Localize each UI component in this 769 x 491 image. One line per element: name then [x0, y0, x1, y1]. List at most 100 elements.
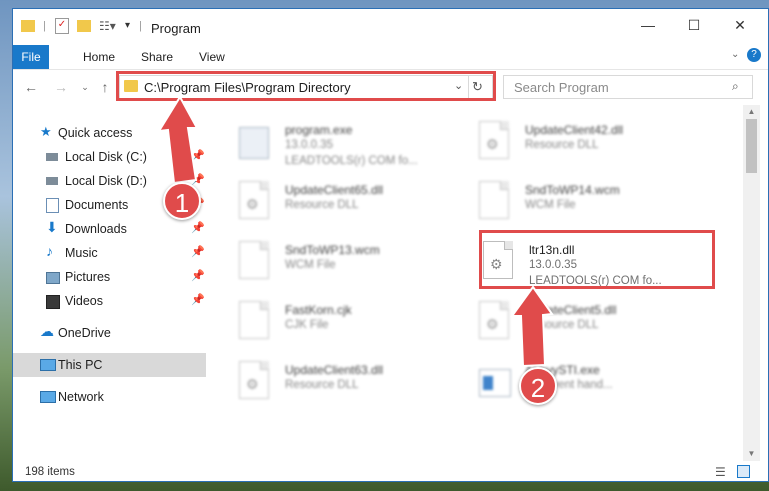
step-1-badge: 1 — [163, 182, 201, 220]
sidebar-item-label: Local Disk (D:) — [65, 174, 147, 188]
sidebar-item-network[interactable]: Network — [13, 385, 206, 409]
file-item[interactable]: program.exe 13.0.0.35 LEADTOOLS(r) COM f… — [239, 117, 469, 173]
file-item[interactable]: ⚙ UpdateClient63.dll Resource DLL — [239, 357, 469, 413]
minimize-button[interactable]: — — [625, 9, 671, 41]
sidebar-item-label: Pictures — [65, 270, 111, 284]
sidebar-item-this-pc[interactable]: This PC — [13, 353, 206, 377]
dll-icon: ⚙ — [239, 361, 275, 403]
network-icon — [40, 391, 56, 403]
dll-icon: ⚙ — [239, 181, 275, 223]
tab-home[interactable]: Home — [71, 45, 127, 69]
file-detail: Resource DLL — [525, 319, 599, 331]
sidebar-item-label: Network — [58, 390, 104, 404]
file-item[interactable]: SndToWP14.wcm WCM File — [479, 177, 709, 233]
pictures-icon — [46, 272, 60, 284]
file-icon — [239, 241, 275, 283]
file-name: SndToWP14.wcm — [525, 183, 620, 197]
search-input[interactable]: Search Program — [514, 80, 609, 95]
sidebar-item-label: This PC — [58, 358, 103, 372]
properties-icon[interactable]: ✓ — [55, 18, 71, 34]
tab-file[interactable]: File — [13, 45, 49, 69]
computer-icon — [40, 359, 56, 371]
scroll-thumb[interactable] — [746, 119, 757, 173]
file-item[interactable]: ⚙ UpdateClient5.dll Resource DLL — [479, 297, 709, 353]
close-button[interactable]: ✕ — [717, 9, 763, 41]
drive-icon — [46, 177, 58, 185]
window-title: Program — [151, 21, 201, 36]
title-bar: | ✓ ☷▾ ▾ | Program — ☐ ✕ — [13, 9, 768, 45]
drive-icon — [46, 153, 58, 161]
exe-icon — [239, 121, 275, 163]
highlight-address-bar — [116, 71, 496, 101]
file-name: UpdateClient63.dll — [285, 363, 384, 377]
file-name: UpdateClient42.dll — [525, 123, 624, 137]
sidebar-item-onedrive[interactable]: ☁ OneDrive — [13, 321, 206, 345]
folder-icon — [21, 18, 37, 34]
file-item[interactable]: ⚙ UpdateClient65.dll Resource DLL — [239, 177, 469, 233]
up-button[interactable]: ↑ — [95, 77, 115, 97]
recent-locations-button[interactable]: ⌄ — [75, 77, 95, 97]
pin-icon[interactable]: 📌 — [191, 293, 205, 306]
view-options-icon[interactable]: ☷▾ — [99, 18, 116, 34]
status-bar: 198 items ☰ — [13, 463, 768, 483]
documents-icon — [46, 198, 59, 213]
file-name: SndToWP13.wcm — [285, 243, 380, 257]
pin-icon[interactable]: 📌 — [191, 269, 205, 282]
file-name: UpdateClient65.dll — [285, 183, 384, 197]
sidebar-item-pictures[interactable]: Pictures 📌 — [13, 265, 206, 289]
search-icon[interactable]: ⌕ — [732, 79, 739, 94]
sidebar-item-label: Quick access — [58, 126, 133, 140]
file-detail: WCM File — [525, 199, 576, 211]
scroll-down-icon[interactable]: ▼ — [743, 447, 760, 461]
tab-share[interactable]: Share — [129, 45, 185, 69]
help-icon[interactable]: ? — [747, 48, 761, 62]
chevron-down-icon[interactable]: ⌄ — [731, 49, 739, 60]
file-item[interactable]: AbbyySTI.exe STI event hand... — [479, 357, 709, 413]
star-icon: ★ — [40, 124, 52, 139]
search-box[interactable]: Search Program ⌕ — [503, 75, 753, 99]
sidebar-item-downloads[interactable]: ⬇ Downloads 📌 — [13, 217, 206, 241]
sidebar-item-label: Music — [65, 246, 98, 260]
sidebar-item-label: OneDrive — [58, 326, 111, 340]
file-name: program.exe — [285, 123, 353, 137]
sidebar-item-videos[interactable]: Videos 📌 — [13, 289, 206, 313]
highlight-ltr13n-file — [479, 230, 715, 289]
file-detail: Resource DLL — [525, 139, 599, 151]
file-item[interactable]: FastKorn.cjk CJK File — [239, 297, 469, 353]
pin-icon[interactable]: 📌 — [191, 149, 205, 162]
sidebar-item-local-disk-c[interactable]: Local Disk (C:) 📌 — [13, 145, 206, 169]
pin-icon[interactable]: 📌 — [191, 173, 205, 186]
navigation-pane: ★ Quick access Local Disk (C:) 📌 Local D… — [13, 105, 208, 449]
sidebar-item-label: Downloads — [65, 222, 127, 236]
details-view-icon[interactable]: ☰ — [715, 465, 726, 479]
file-icon — [479, 181, 515, 223]
file-detail: Resource DLL — [285, 199, 359, 211]
file-detail: CJK File — [285, 319, 329, 331]
new-folder-icon[interactable] — [77, 18, 93, 34]
ribbon-tabs: File Home Share View ⌄ ? — [13, 45, 768, 70]
pin-icon[interactable]: 📌 — [191, 221, 205, 234]
tab-view[interactable]: View — [187, 45, 237, 69]
cloud-icon: ☁ — [40, 323, 54, 339]
file-detail: WCM File — [285, 259, 336, 271]
sidebar-item-music[interactable]: ♪ Music 📌 — [13, 241, 206, 265]
forward-button[interactable]: → — [51, 77, 71, 97]
scroll-up-icon[interactable]: ▲ — [743, 105, 760, 119]
dll-icon: ⚙ — [479, 301, 515, 343]
file-item[interactable]: SndToWP13.wcm WCM File — [239, 237, 469, 293]
file-name: FastKorn.cjk — [285, 303, 352, 317]
file-icon — [239, 301, 275, 343]
dll-icon: ⚙ — [479, 121, 515, 163]
sidebar-item-quick-access[interactable]: ★ Quick access — [13, 121, 206, 145]
vertical-scrollbar[interactable]: ▲ ▼ — [743, 105, 760, 461]
large-icons-view-icon[interactable] — [737, 465, 750, 478]
pin-icon[interactable]: 📌 — [191, 245, 205, 258]
back-button[interactable]: ← — [21, 77, 41, 97]
sidebar-item-label: Videos — [65, 294, 103, 308]
file-detail: LEADTOOLS(r) COM fo... — [285, 155, 418, 167]
file-item[interactable]: ⚙ UpdateClient42.dll Resource DLL — [479, 117, 709, 173]
videos-icon — [46, 295, 60, 309]
item-count: 198 items — [25, 466, 75, 478]
music-icon: ♪ — [46, 243, 53, 259]
maximize-button[interactable]: ☐ — [671, 9, 717, 41]
